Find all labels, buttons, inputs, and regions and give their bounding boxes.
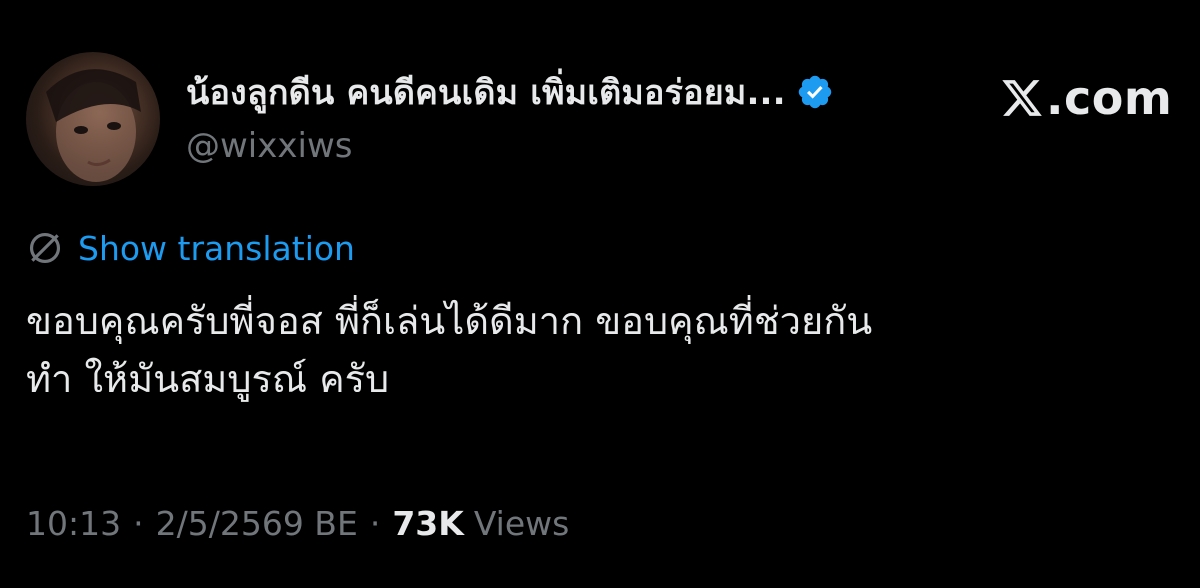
meta-separator: · xyxy=(369,503,381,543)
globe-icon xyxy=(29,232,61,264)
tweet-date[interactable]: 2/5/2569 BE xyxy=(156,504,358,543)
views-label: Views xyxy=(473,503,570,543)
show-translation[interactable]: Show translation xyxy=(26,226,355,270)
views-count: 73K xyxy=(392,503,464,543)
verified-badge-icon xyxy=(798,75,832,109)
x-logo-icon xyxy=(1002,80,1042,116)
author-name-row[interactable]: น้องลูกดีน คนดีคนเดิม เพิ่มเติมอร่อยม... xyxy=(186,68,834,116)
tweet-line: ทำ ให้มันสมบูรณ์ ครับ xyxy=(26,357,390,401)
show-translation-link[interactable]: Show translation xyxy=(78,229,355,268)
brand-domain: .com xyxy=(1046,71,1173,125)
avatar[interactable] xyxy=(26,52,160,186)
tweet-text: ขอบคุณครับพี่จอส พี่ก็เล่นได้ดีมาก ขอบคุ… xyxy=(26,292,1176,408)
author-handle[interactable]: @wixxiws xyxy=(186,126,352,166)
tweet-time[interactable]: 10:13 xyxy=(26,504,121,543)
tweet-meta: 10:13 · 2/5/2569 BE · 73K Views xyxy=(26,500,569,546)
brand-watermark: .com xyxy=(1000,70,1172,126)
profile-photo-icon xyxy=(46,69,141,182)
meta-separator: · xyxy=(133,503,144,543)
display-name[interactable]: น้องลูกดีน คนดีคนเดิม เพิ่มเติมอร่อยม... xyxy=(186,65,786,119)
tweet-line: ขอบคุณครับพี่จอส พี่ก็เล่นได้ดีมาก ขอบคุ… xyxy=(26,299,873,343)
